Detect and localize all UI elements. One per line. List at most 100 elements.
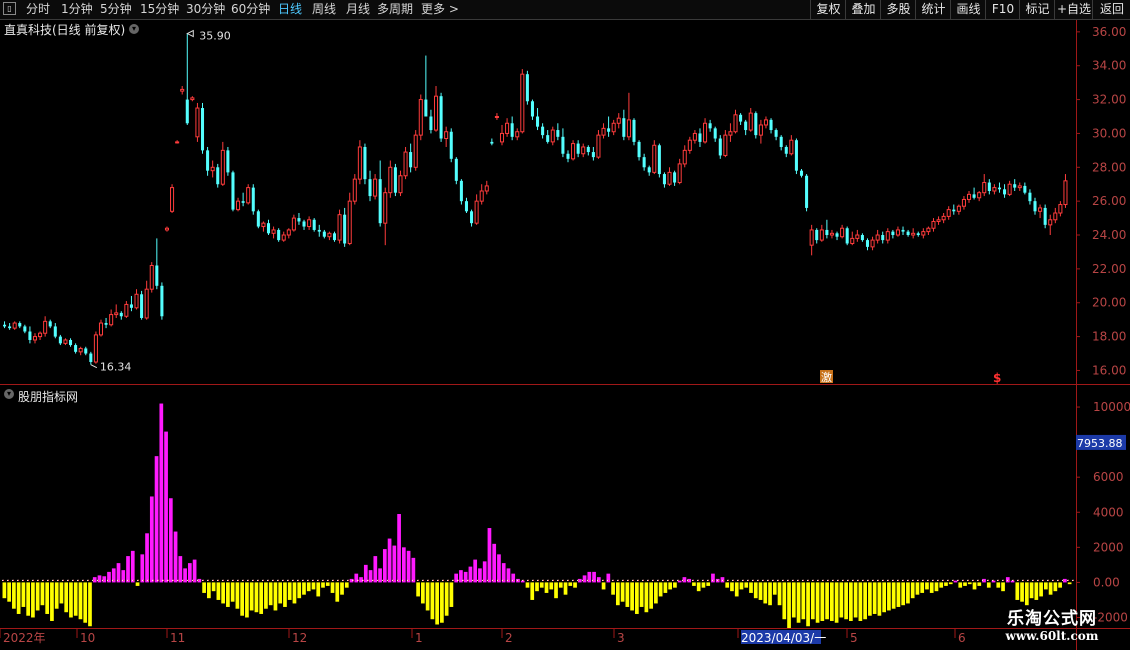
candle-body bbox=[180, 88, 185, 92]
candle-body bbox=[266, 223, 271, 234]
candle-body bbox=[982, 182, 987, 194]
candle-body bbox=[459, 180, 463, 202]
indicator-bar bbox=[654, 582, 658, 604]
candle-body bbox=[413, 134, 418, 168]
candle-body bbox=[210, 166, 215, 172]
indicator-bar bbox=[473, 559, 478, 583]
candle-body bbox=[149, 264, 154, 290]
indicator-bar bbox=[168, 498, 173, 583]
indicator-bar bbox=[463, 571, 468, 583]
candle-body bbox=[352, 178, 357, 202]
price-tick-label: 18.00 bbox=[1092, 330, 1126, 344]
high-marker bbox=[186, 29, 194, 38]
indicator-bar bbox=[749, 582, 753, 593]
indicator-bar bbox=[12, 582, 16, 609]
candle-body bbox=[961, 198, 966, 207]
indicator-bar bbox=[330, 582, 335, 593]
price-tick-label: 16.00 bbox=[1092, 363, 1126, 377]
indicator-bar bbox=[245, 582, 249, 618]
candle-body bbox=[591, 152, 595, 158]
candle-body bbox=[388, 166, 393, 194]
indicator-bar bbox=[868, 582, 872, 616]
candle-body bbox=[63, 339, 68, 344]
indicator-bar bbox=[54, 582, 59, 609]
candle-body bbox=[1033, 201, 1037, 212]
indicator-bar bbox=[1067, 582, 1072, 585]
indicator-bar bbox=[140, 554, 145, 583]
candle-body bbox=[840, 227, 845, 238]
indicator-bar bbox=[292, 582, 297, 604]
candle-body bbox=[642, 157, 646, 168]
indicator-bar bbox=[178, 556, 183, 583]
indicator-bar bbox=[768, 582, 772, 606]
indicator-bar bbox=[221, 582, 225, 604]
indicator-bar bbox=[782, 582, 787, 620]
candle-body bbox=[997, 187, 1001, 190]
indicator-bar bbox=[877, 582, 882, 616]
indicator-bar bbox=[283, 582, 287, 607]
indicator-bar bbox=[235, 582, 240, 609]
candle-body bbox=[875, 234, 880, 241]
indicator-bar bbox=[668, 582, 673, 590]
candle-body bbox=[536, 116, 540, 127]
candle-body bbox=[38, 332, 43, 338]
price-tick-label: 30.00 bbox=[1092, 126, 1126, 140]
indicator-bar bbox=[1015, 582, 1020, 600]
candle-body bbox=[586, 146, 590, 153]
candle-body bbox=[1023, 185, 1027, 193]
indicator-bar bbox=[1001, 582, 1005, 592]
candle-body bbox=[936, 219, 941, 222]
indicator-bar bbox=[397, 514, 401, 583]
candle-body bbox=[1038, 207, 1043, 212]
indicator-bar bbox=[97, 575, 102, 583]
candle-body bbox=[220, 149, 225, 185]
candle-body bbox=[286, 229, 291, 236]
candle-body bbox=[921, 231, 926, 236]
candle-body bbox=[966, 193, 972, 200]
x-tick-label: 11 bbox=[170, 631, 185, 645]
candle-body bbox=[769, 119, 773, 131]
candle-body bbox=[901, 229, 905, 232]
candle-body bbox=[1028, 192, 1032, 202]
candle-body bbox=[829, 232, 834, 236]
candle-body bbox=[129, 304, 133, 308]
indicator-bar bbox=[820, 582, 825, 621]
indicator-bar bbox=[744, 582, 749, 588]
indicator-bar bbox=[302, 582, 306, 595]
watermark: 乐淘公式网 www.60lt.com bbox=[982, 604, 1122, 643]
indicator-bar bbox=[549, 582, 554, 590]
candle-body bbox=[140, 294, 144, 318]
indicator-bar bbox=[558, 582, 563, 588]
watermark-title: 乐淘公式网 bbox=[1007, 609, 1097, 629]
candle-body bbox=[865, 240, 870, 247]
price-tick-label: 32.00 bbox=[1092, 93, 1126, 107]
stock-chart[interactable]: 36.0034.0032.0030.0028.0026.0024.0022.00… bbox=[0, 0, 1130, 650]
candle-body bbox=[541, 126, 545, 136]
candle-body bbox=[403, 151, 408, 177]
candle-body bbox=[652, 144, 657, 173]
candle-body bbox=[987, 182, 991, 191]
indicator-bar bbox=[635, 582, 639, 614]
indicator-bar bbox=[254, 582, 259, 613]
indicator-bar bbox=[392, 545, 397, 583]
candle-body bbox=[956, 205, 961, 212]
candle-body bbox=[18, 323, 22, 327]
indicator-bar bbox=[92, 577, 97, 583]
candle-body bbox=[576, 143, 580, 154]
indicator-bar bbox=[116, 563, 121, 583]
candle-body bbox=[261, 222, 266, 228]
candle-body bbox=[860, 235, 864, 241]
indicator-bar bbox=[344, 582, 349, 588]
candle-body bbox=[687, 139, 692, 151]
candle-body bbox=[368, 179, 372, 197]
x-tick-label: 5 bbox=[850, 631, 858, 645]
candle-body bbox=[53, 326, 57, 337]
candle-body bbox=[200, 108, 205, 151]
candle-body bbox=[739, 114, 743, 122]
indicator-bar bbox=[444, 582, 449, 616]
candle-body bbox=[241, 201, 245, 203]
candle-body bbox=[164, 227, 169, 231]
low-label: 16.34 bbox=[100, 361, 132, 374]
candle-body bbox=[662, 174, 666, 185]
indicator-bar bbox=[401, 547, 406, 583]
